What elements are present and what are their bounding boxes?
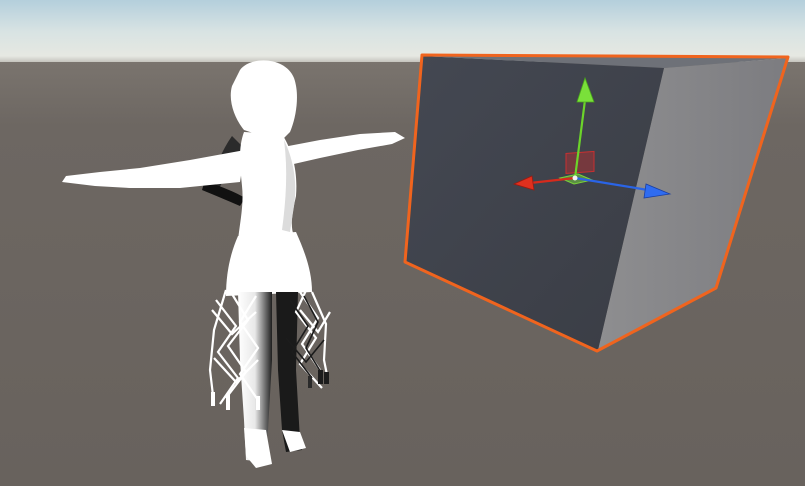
scene-canvas[interactable]: [0, 0, 805, 486]
scene-view[interactable]: [0, 0, 805, 486]
gizmo-pivot[interactable]: [572, 175, 578, 181]
gizmo-xy-plane-handle[interactable]: [565, 150, 595, 174]
character-skirt: [226, 232, 312, 296]
